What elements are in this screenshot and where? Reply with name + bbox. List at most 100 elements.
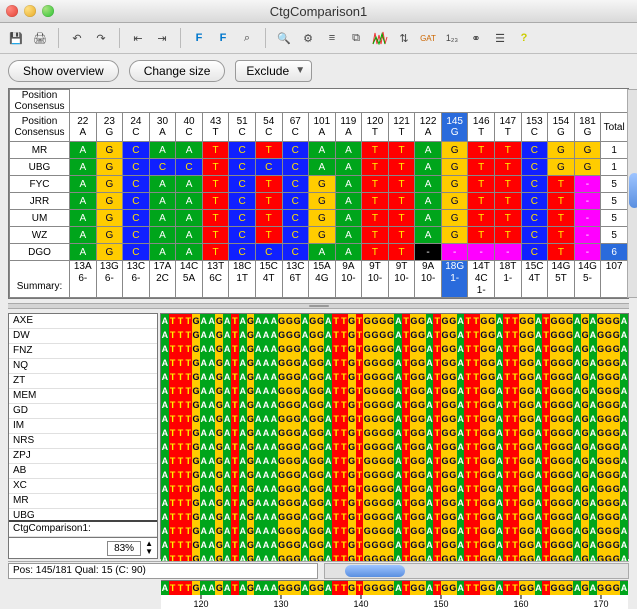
- column-header[interactable]: 154G: [548, 113, 575, 142]
- cell[interactable]: A: [309, 142, 336, 159]
- cell[interactable]: T: [468, 142, 495, 159]
- cell[interactable]: C: [521, 227, 548, 244]
- cell[interactable]: G: [441, 193, 468, 210]
- cell[interactable]: T: [548, 176, 575, 193]
- cell[interactable]: A: [70, 176, 97, 193]
- prefs-icon[interactable]: ☰: [490, 28, 510, 48]
- column-header[interactable]: 153C: [521, 113, 548, 142]
- settings2-icon[interactable]: ⧉: [346, 28, 366, 48]
- cell[interactable]: T: [388, 176, 415, 193]
- exclude-select[interactable]: Exclude: [235, 60, 312, 82]
- cell[interactable]: T: [495, 227, 522, 244]
- cell[interactable]: C: [282, 210, 309, 227]
- cell[interactable]: T: [255, 193, 282, 210]
- redo-icon[interactable]: ↷: [91, 28, 111, 48]
- cell[interactable]: G: [96, 159, 123, 176]
- cell[interactable]: T: [388, 227, 415, 244]
- cell[interactable]: G: [96, 227, 123, 244]
- cell[interactable]: T: [255, 176, 282, 193]
- cell[interactable]: G: [309, 227, 336, 244]
- cell[interactable]: T: [468, 176, 495, 193]
- cell[interactable]: A: [70, 244, 97, 261]
- cell[interactable]: A: [176, 176, 203, 193]
- cell[interactable]: C: [229, 159, 256, 176]
- list-item[interactable]: GD: [9, 404, 157, 419]
- list-item[interactable]: IM: [9, 419, 157, 434]
- sample-label[interactable]: UM: [10, 210, 70, 227]
- cell[interactable]: C: [176, 159, 203, 176]
- column-header[interactable]: 24C: [123, 113, 150, 142]
- cell[interactable]: G: [548, 159, 575, 176]
- cell[interactable]: A: [70, 159, 97, 176]
- cell[interactable]: A: [149, 244, 176, 261]
- change-size-button[interactable]: Change size: [129, 60, 226, 82]
- sample-label[interactable]: MR: [10, 142, 70, 159]
- list-item[interactable]: MR: [9, 494, 157, 509]
- cell[interactable]: C: [282, 176, 309, 193]
- cell[interactable]: -: [574, 227, 601, 244]
- list-item[interactable]: FNZ: [9, 344, 157, 359]
- column-header[interactable]: 122A: [415, 113, 442, 142]
- cell[interactable]: G: [96, 193, 123, 210]
- scrollbar-thumb[interactable]: [629, 173, 637, 208]
- list-item[interactable]: ZPJ: [9, 449, 157, 464]
- cell[interactable]: T: [548, 210, 575, 227]
- cell[interactable]: T: [548, 244, 575, 261]
- column-header[interactable]: 147T: [495, 113, 522, 142]
- cell[interactable]: A: [415, 142, 442, 159]
- cell[interactable]: T: [255, 210, 282, 227]
- cell[interactable]: C: [521, 193, 548, 210]
- cell[interactable]: C: [255, 159, 282, 176]
- search-icon[interactable]: ⌕: [237, 28, 257, 48]
- cell[interactable]: T: [202, 227, 229, 244]
- column-header[interactable]: 23G: [96, 113, 123, 142]
- cell[interactable]: T: [548, 227, 575, 244]
- cell[interactable]: A: [176, 142, 203, 159]
- cell[interactable]: C: [255, 244, 282, 261]
- cell[interactable]: A: [309, 159, 336, 176]
- cell[interactable]: A: [149, 176, 176, 193]
- cell[interactable]: C: [149, 159, 176, 176]
- cell[interactable]: T: [468, 159, 495, 176]
- cell[interactable]: A: [70, 227, 97, 244]
- moveright-icon[interactable]: ⇥: [152, 28, 172, 48]
- list-item[interactable]: MEM: [9, 389, 157, 404]
- sample-label[interactable]: DGO: [10, 244, 70, 261]
- cell[interactable]: -: [441, 244, 468, 261]
- column-header[interactable]: 22A: [70, 113, 97, 142]
- cell[interactable]: G: [574, 142, 601, 159]
- cell[interactable]: C: [229, 176, 256, 193]
- cell[interactable]: T: [468, 227, 495, 244]
- cell[interactable]: A: [70, 142, 97, 159]
- close-icon[interactable]: [6, 5, 18, 17]
- cell[interactable]: T: [202, 159, 229, 176]
- cell[interactable]: T: [468, 210, 495, 227]
- save-icon[interactable]: 💾: [6, 28, 26, 48]
- list-item[interactable]: AXE: [9, 314, 157, 329]
- horizontal-scrollbar[interactable]: [324, 563, 630, 579]
- cell[interactable]: T: [388, 159, 415, 176]
- column-header[interactable]: 40C: [176, 113, 203, 142]
- cell[interactable]: T: [202, 193, 229, 210]
- cell[interactable]: T: [388, 244, 415, 261]
- zoomin-icon[interactable]: 🔍: [274, 28, 294, 48]
- cell[interactable]: T: [495, 159, 522, 176]
- list-item[interactable]: NRS: [9, 434, 157, 449]
- cell[interactable]: C: [229, 227, 256, 244]
- cell[interactable]: C: [123, 227, 150, 244]
- cell[interactable]: C: [123, 244, 150, 261]
- cell[interactable]: -: [574, 210, 601, 227]
- list-item[interactable]: DW: [9, 329, 157, 344]
- cell[interactable]: T: [495, 193, 522, 210]
- flag2-icon[interactable]: F: [213, 28, 233, 48]
- column-header[interactable]: 145G: [441, 113, 468, 142]
- cell[interactable]: A: [335, 176, 362, 193]
- cell[interactable]: -: [574, 244, 601, 261]
- column-header[interactable]: 119A: [335, 113, 362, 142]
- cell[interactable]: T: [495, 176, 522, 193]
- scrollbar-thumb[interactable]: [345, 565, 405, 577]
- cell[interactable]: -: [468, 244, 495, 261]
- cell[interactable]: A: [176, 210, 203, 227]
- cell[interactable]: -: [574, 176, 601, 193]
- cell[interactable]: C: [229, 142, 256, 159]
